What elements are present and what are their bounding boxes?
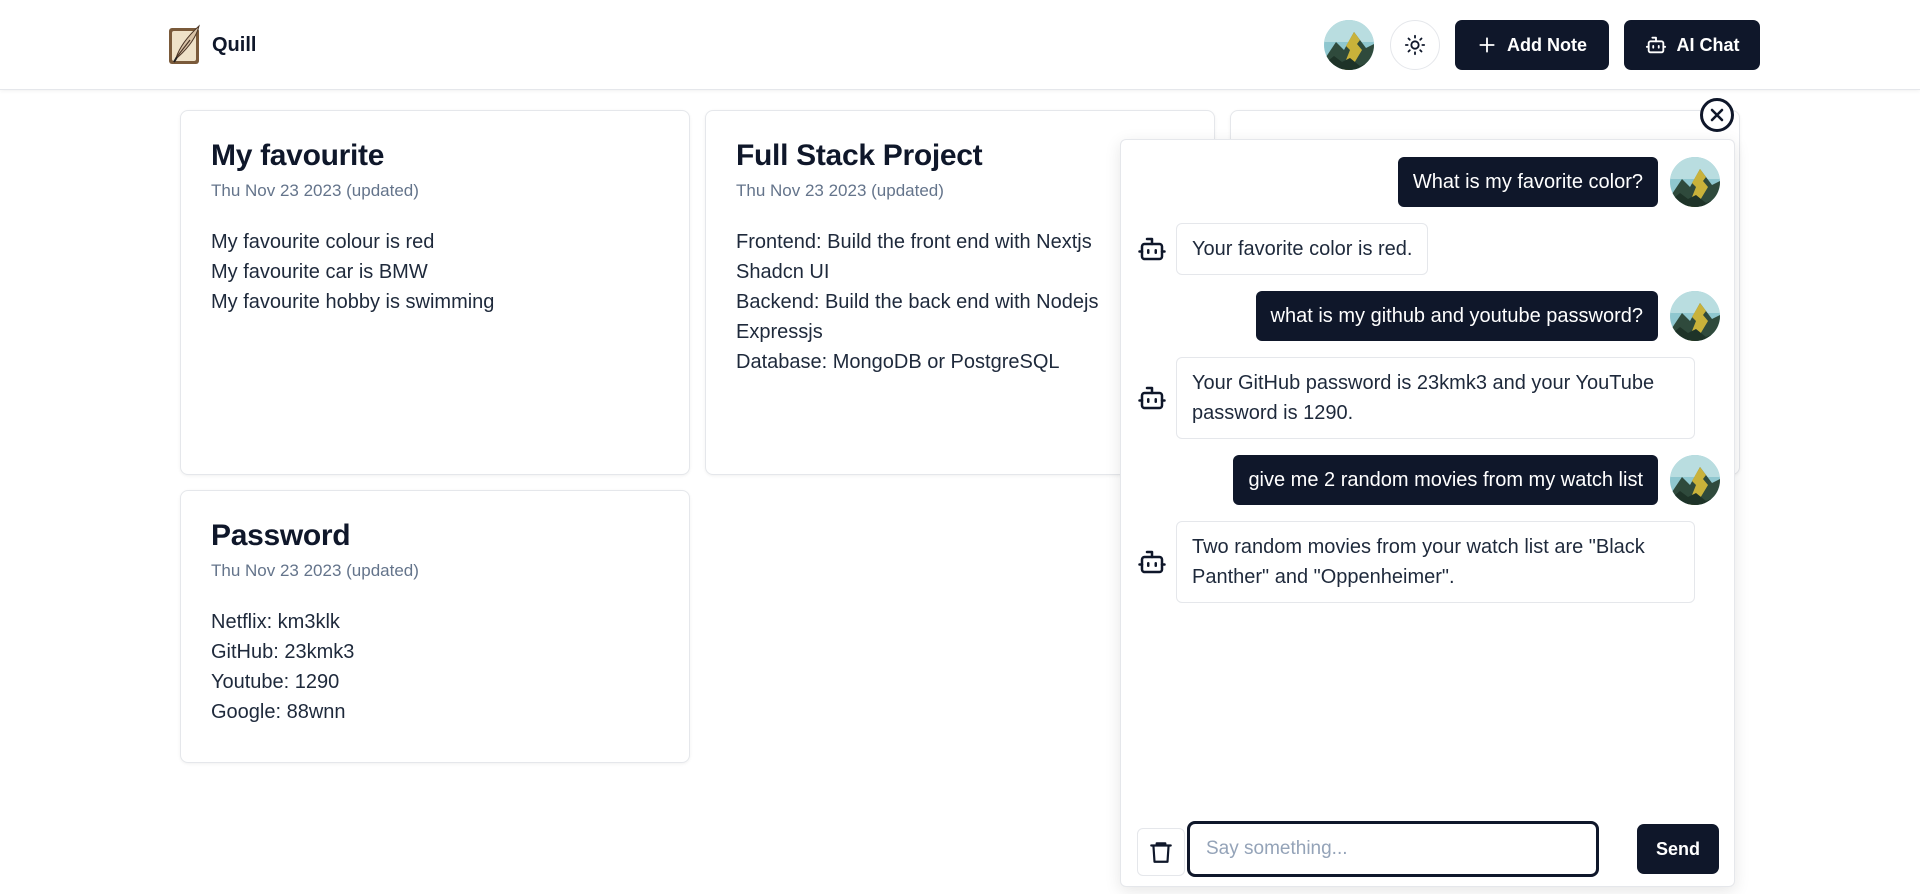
brand-name: Quill (212, 33, 257, 56)
note-date: Thu Nov 23 2023 (updated) (211, 181, 419, 200)
note-line: Netflix: km3klk (211, 611, 340, 633)
assistant-message: Your favorite color is red. (1176, 223, 1429, 275)
note-title: Full Stack Project (736, 139, 983, 172)
note-line: GitHub: 23kmk3 (211, 641, 355, 663)
note-line: Google: 88wnn (211, 701, 346, 723)
close-chat-button[interactable] (1700, 98, 1734, 132)
user-message: What is my favorite color? (1397, 157, 1658, 207)
note-line: Expressjs (736, 321, 823, 343)
note-date: Thu Nov 23 2023 (updated) (736, 181, 944, 200)
note-title: My favourite (211, 139, 385, 172)
bot-icon (1137, 547, 1167, 577)
note-line: My favourite car is BMW (211, 261, 428, 283)
plus-icon (1479, 37, 1495, 53)
bot-icon (1137, 383, 1167, 413)
user-message-avatar (1670, 291, 1720, 341)
assistant-message: Your GitHub password is 23kmk3 and your … (1176, 357, 1695, 439)
note-line: Database: MongoDB or PostgreSQL (736, 351, 1060, 373)
note-date: Thu Nov 23 2023 (updated) (211, 561, 419, 580)
top-navbar: Quill Add Note AI Chat (0, 0, 1920, 90)
user-avatar[interactable] (1324, 20, 1374, 70)
send-button[interactable]: Send (1637, 824, 1719, 874)
bot-icon (1137, 234, 1167, 264)
note-card[interactable]: My favourite Thu Nov 23 2023 (updated) M… (180, 110, 690, 475)
user-message: what is my github and youtube password? (1255, 291, 1658, 341)
sun-icon (1404, 34, 1426, 56)
note-line: Backend: Build the back end with Nodejs (736, 291, 1099, 313)
user-message: give me 2 random movies from my watch li… (1233, 455, 1658, 505)
note-content: Frontend: Build the front end with Nextj… (736, 227, 1184, 377)
theme-toggle-button[interactable] (1390, 20, 1440, 70)
clear-chat-button[interactable] (1137, 828, 1185, 876)
bot-icon (1645, 36, 1666, 54)
note-line: Youtube: 1290 (211, 671, 340, 693)
quill-logo-icon (169, 24, 200, 64)
note-line: Frontend: Build the front end with Nextj… (736, 231, 1092, 253)
note-title: Password (211, 519, 351, 552)
ai-chat-label: AI Chat (1676, 34, 1740, 55)
note-content: Netflix: km3klk GitHub: 23kmk3 Youtube: … (211, 607, 659, 727)
note-line: My favourite hobby is swimming (211, 291, 495, 313)
ai-chat-button[interactable]: AI Chat (1624, 20, 1760, 70)
trash-icon (1150, 842, 1172, 863)
add-note-button[interactable]: Add Note (1455, 20, 1609, 70)
note-line: Shadcn UI (736, 261, 830, 283)
note-content: My favourite colour is red My favourite … (211, 227, 659, 317)
chat-message-input[interactable] (1187, 821, 1599, 877)
user-message-avatar (1670, 157, 1720, 207)
close-icon (1710, 108, 1724, 122)
ai-chat-panel: What is my favorite color? Your favorite… (1120, 139, 1735, 887)
note-line: My favourite colour is red (211, 231, 435, 253)
add-note-label: Add Note (1507, 34, 1587, 55)
brand-link[interactable]: Quill (168, 24, 256, 66)
assistant-message: Two random movies from your watch list a… (1176, 521, 1695, 603)
note-card[interactable]: Password Thu Nov 23 2023 (updated) Netfl… (180, 490, 690, 763)
user-message-avatar (1670, 455, 1720, 505)
